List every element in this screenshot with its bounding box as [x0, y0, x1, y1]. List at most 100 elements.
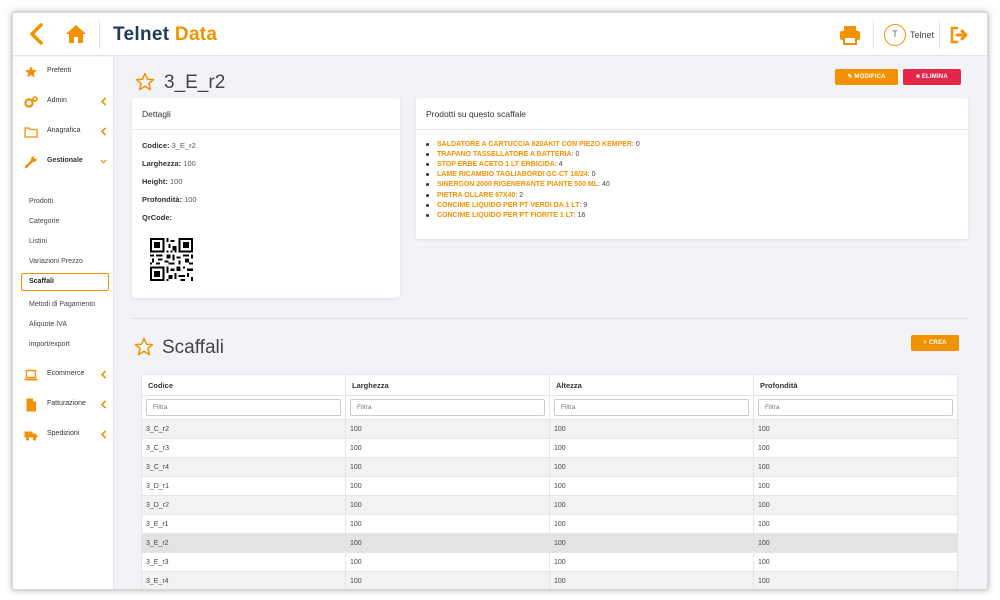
- filter-input-profondita[interactable]: [758, 399, 953, 416]
- logout-icon[interactable]: [950, 26, 970, 44]
- filter-row: [141, 395, 958, 420]
- section-title: Scaffali: [162, 337, 224, 358]
- divider: [132, 129, 400, 130]
- table-row[interactable]: 3_E_r2 100 100 100: [141, 533, 958, 553]
- product-link[interactable]: CONCIME LIQUIDO PER PT VERDI DA 1 LT: [437, 202, 579, 209]
- table-row[interactable]: 3_D_r1 100 100 100: [141, 476, 958, 496]
- sidebar-item-label: Anagrafica: [47, 127, 81, 134]
- sidebar-subitem-aliquote-iva[interactable]: Aliquote IVA: [21, 316, 109, 334]
- table-cell: 100: [549, 571, 754, 589]
- table-row[interactable]: 3_C_r2 100 100 100: [141, 419, 958, 439]
- column-header-altezza[interactable]: Altezza: [549, 374, 754, 396]
- table-cell: 3_E_r1: [141, 514, 346, 534]
- chevron-left-icon[interactable]: [27, 23, 47, 45]
- product-link[interactable]: STOP ERBE ACETO 1 LT ERBICIDA: [437, 161, 555, 168]
- modifica-button[interactable]: ✎ MODIFICA: [835, 69, 898, 85]
- product-link[interactable]: LAME RICAMBIO TAGLIABORDI GC-CT 18/24: [437, 171, 588, 178]
- card-title: Dettagli: [142, 109, 171, 119]
- sidebar-subitem-variazioni-prezzo[interactable]: Variazioni Prezzo: [21, 253, 109, 271]
- table-cell: 3_E_r4: [141, 571, 346, 589]
- product-qty: 2: [519, 191, 524, 199]
- table-cell: 100: [549, 495, 754, 515]
- product-link[interactable]: CONCIME LIQUIDO PER PT FIORITE 1 LT: [437, 212, 574, 219]
- table-row[interactable]: 3_C_r3 100 100 100: [141, 438, 958, 458]
- bullet: [426, 143, 429, 146]
- logo-text-telnet: Telnet: [113, 24, 175, 45]
- sidebar-item-preferiti[interactable]: Preferiti: [13, 61, 114, 83]
- document-icon: [26, 398, 36, 412]
- sidebar-subitem-import-export[interactable]: import/export: [21, 336, 109, 354]
- filter-input-altezza[interactable]: [554, 399, 749, 416]
- table-row[interactable]: 3_E_r4 100 100 100: [141, 571, 958, 589]
- profondita-row: Profondità: 100: [142, 195, 197, 204]
- column-header-larghezza[interactable]: Larghezza: [345, 374, 550, 396]
- table-row[interactable]: 3_C_r4 100 100 100: [141, 457, 958, 477]
- filter-input-codice[interactable]: [146, 399, 341, 416]
- profondita-label: Profondità:: [142, 195, 182, 204]
- product-link[interactable]: SALDATORE A CARTUCCIA 820AKIT CON PIEZO …: [437, 141, 632, 148]
- avatar[interactable]: T: [884, 24, 906, 46]
- bullet: [426, 173, 429, 177]
- height-row: Height: 100: [142, 177, 182, 186]
- star-outline-icon[interactable]: [135, 72, 155, 92]
- star-icon: [25, 66, 37, 78]
- app-window: Telnet Data T Telnet Preferiti Admin Ana…: [12, 12, 988, 590]
- product-link[interactable]: SINERGON 2000 RIGENERANTE PIANTE 500 ML: [437, 181, 598, 188]
- crea-button[interactable]: + CREA: [911, 335, 959, 351]
- chevron-down-icon: [100, 159, 107, 164]
- chevron-left-icon: [100, 370, 107, 379]
- table-cell: 3_C_r4: [141, 457, 346, 477]
- chevron-left-icon: [100, 400, 107, 409]
- table-cell: 100: [549, 457, 754, 477]
- sidebar-subitem-label: import/export: [29, 341, 70, 348]
- star-outline-icon[interactable]: [134, 337, 154, 357]
- larghezza-label: Larghezza:: [142, 159, 182, 168]
- sidebar-item-admin[interactable]: Admin: [13, 91, 114, 113]
- user-name[interactable]: Telnet: [910, 30, 934, 40]
- home-icon[interactable]: [65, 23, 87, 45]
- sidebar-item-gestionale[interactable]: Gestionale: [13, 151, 114, 173]
- product-link[interactable]: PIETRA OLLARE 67X40: [437, 192, 515, 199]
- sidebar-subitem-label: Aliquote IVA: [29, 321, 68, 328]
- table-row[interactable]: 3_D_r2 100 100 100: [141, 495, 958, 515]
- folder-icon: [24, 127, 38, 138]
- sidebar-item-anagrafica[interactable]: Anagrafica: [13, 121, 114, 143]
- sidebar-item-ecommerce[interactable]: Ecommerce: [13, 364, 114, 386]
- larghezza-value: 100: [183, 159, 196, 168]
- crea-label: CREA: [928, 340, 947, 346]
- sidebar-subitem-prodotti[interactable]: Prodotti: [21, 193, 109, 211]
- scaffali-table: Codice Larghezza Altezza Profondità 3_C_…: [141, 374, 958, 589]
- elimina-button[interactable]: ■ ELIMINA: [903, 69, 961, 85]
- laptop-icon: [24, 369, 38, 381]
- sidebar-item-fatturazione[interactable]: Fatturazione: [13, 394, 114, 416]
- filter-input-larghezza[interactable]: [350, 399, 545, 416]
- sidebar-subitem-scaffali[interactable]: Scaffali: [21, 273, 109, 291]
- product-qty: 40: [601, 181, 610, 189]
- product-qty: 16: [577, 211, 586, 219]
- table-cell: 100: [753, 438, 958, 458]
- filter-cell: [549, 395, 754, 420]
- sidebar-item-spedizioni[interactable]: Spedizioni: [13, 424, 114, 446]
- column-header-codice[interactable]: Codice: [141, 374, 346, 396]
- printer-icon[interactable]: [839, 25, 861, 45]
- details-card: Dettagli Codice: 3_E_r2 Larghezza: 100 H…: [132, 98, 400, 298]
- sidebar-subitem-categorie[interactable]: Categorie: [21, 213, 109, 231]
- sidebar: Preferiti Admin Anagrafica Gestionale Pr…: [13, 57, 114, 589]
- table-cell: 100: [753, 457, 958, 477]
- table-row[interactable]: 3_E_r3 100 100 100: [141, 552, 958, 572]
- qr-code-image: [150, 238, 193, 281]
- product-item: SALDATORE A CARTUCCIA 820AKIT CON PIEZO …: [426, 141, 640, 148]
- column-header-profondita[interactable]: Profondità: [753, 374, 958, 396]
- table-row[interactable]: 3_E_r1 100 100 100: [141, 514, 958, 534]
- sidebar-subitem-label: Prodotti: [29, 198, 54, 205]
- table-cell: 3_C_r2: [141, 419, 346, 439]
- products-card: Prodotti su questo scaffale SALDATORE A …: [416, 98, 968, 239]
- height-label: Height:: [142, 177, 168, 186]
- table-cell: 100: [549, 533, 754, 553]
- sidebar-item-label: Admin: [47, 97, 67, 104]
- sidebar-subitem-metodi-pagamento[interactable]: Metodi di Pagamento: [21, 296, 109, 314]
- logo-text-data: Data: [174, 24, 218, 45]
- sidebar-subitem-listini[interactable]: Listini: [21, 233, 109, 251]
- product-link[interactable]: TRAPANO TASSELLATORE A BATTERIA: [437, 151, 572, 158]
- table-header-row: Codice Larghezza Altezza Profondità: [141, 374, 958, 396]
